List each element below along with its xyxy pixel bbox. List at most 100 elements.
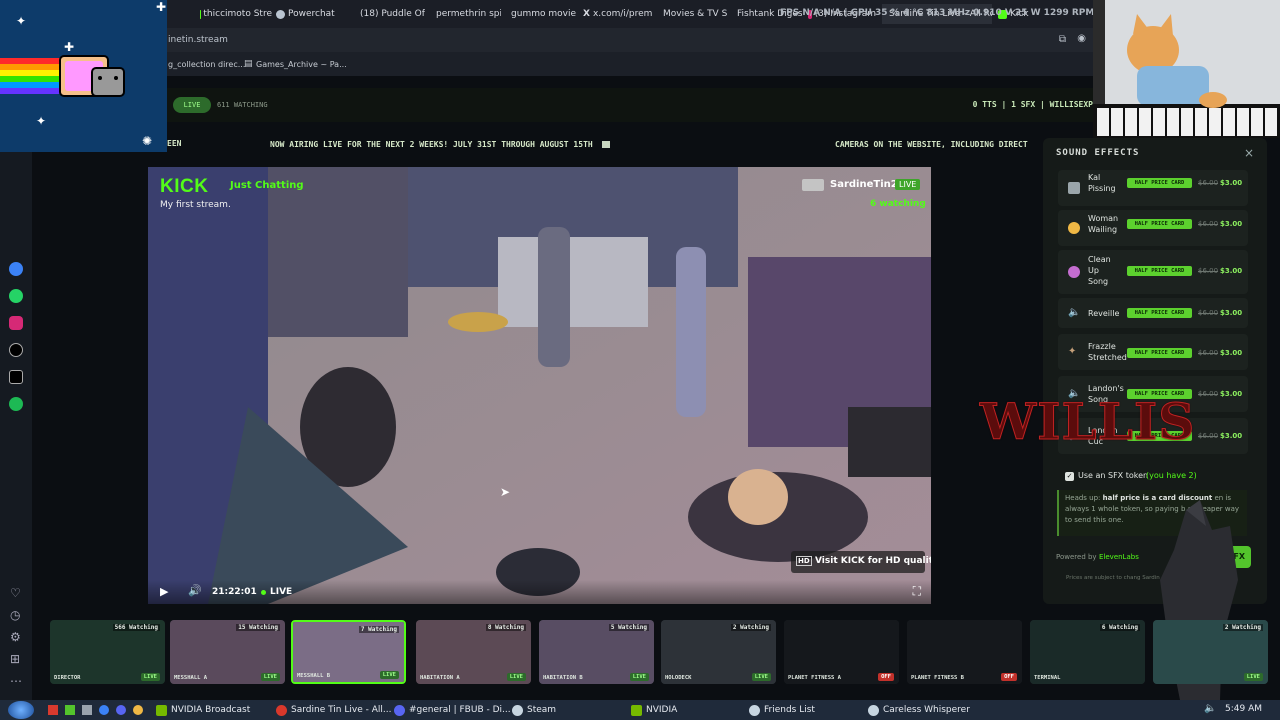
taskbar-item[interactable]: NVIDIA Broadcast: [156, 702, 250, 718]
heart-icon[interactable]: ♡: [10, 586, 21, 600]
browser-icon: [276, 704, 287, 716]
browser-tab[interactable]: permethrin spic: [433, 4, 501, 24]
pinned-app-icon[interactable]: [65, 705, 75, 715]
sfx-item[interactable]: Clean Up Song HALF PRICE CARD $6.00 $3.0…: [1058, 250, 1248, 294]
elevenlabs-link[interactable]: ElevenLabs: [1099, 553, 1139, 561]
sparkle-icon: ✦: [16, 14, 27, 28]
close-icon[interactable]: ×: [1244, 146, 1254, 160]
system-clock[interactable]: 5:49 AM: [1225, 704, 1262, 714]
camera-thumbnail[interactable]: PLANET FITNESS A OFF: [784, 620, 899, 684]
discord-icon: [394, 704, 405, 716]
ticker-left: NOW AIRING LIVE FOR THE NEXT 2 WEEKS! JU…: [270, 140, 593, 149]
tiktok-icon[interactable]: [9, 343, 23, 357]
pinned-app-icon[interactable]: [48, 705, 58, 715]
sparkle-icon: ✚: [156, 0, 167, 14]
powered-by-label: Powered by: [1056, 553, 1097, 561]
more-icon[interactable]: ⋯: [10, 674, 22, 688]
browser-tab[interactable]: (18) Puddle Of I: [357, 4, 425, 24]
live-dot-icon: [261, 590, 266, 595]
browser-tab[interactable]: gummo movie: [508, 4, 576, 24]
sparkle-icon: ✦: [36, 114, 47, 128]
camera-thumbnail[interactable]: 15 Watching MESSHALL A LIVE: [170, 620, 285, 684]
camera-thumbnail[interactable]: 2 Watching HOLODECK LIVE: [661, 620, 776, 684]
video-frame: [148, 167, 931, 604]
pinned-app-icon[interactable]: [82, 705, 92, 715]
windows-taskbar: NVIDIA Broadcast Sardine Tin Live - All.…: [0, 700, 1280, 720]
camera-thumbnail-active[interactable]: 7 Watching MESSHALL B LIVE: [291, 620, 406, 684]
external-link-icon[interactable]: ⧉: [1059, 34, 1066, 45]
camera-thumbnail[interactable]: 2 Watching LIVE: [1153, 620, 1268, 684]
browser-tab[interactable]: Powerchat: [276, 4, 348, 24]
tv-icon: [602, 141, 610, 148]
elapsed-time: 21:22:01: [212, 587, 257, 597]
camera-thumbnail[interactable]: 566 Watching DIRECTOR LIVE: [50, 620, 165, 684]
live-pill: LIVE: [173, 97, 211, 113]
category-label[interactable]: Just Chatting: [230, 180, 304, 191]
x-icon[interactable]: [9, 370, 23, 384]
camera-thumbnail[interactable]: PLANET FITNESS B OFF: [907, 620, 1022, 684]
hd-quality-link[interactable]: HD Visit KICK for HD quality: [791, 551, 931, 573]
sparkle-icon: ✺: [142, 134, 153, 148]
taskbar-item[interactable]: Sardine Tin Live - All...: [276, 702, 391, 718]
taskbar-item[interactable]: NVIDIA: [631, 702, 677, 718]
viewer-count: 6 watching: [870, 199, 926, 209]
address-bar[interactable]: inetin.stream ⧉ ◉: [160, 28, 1094, 52]
x-icon: X: [583, 9, 590, 19]
browser-tab[interactable]: Movies & TV Sh: [660, 4, 728, 24]
sfx-item[interactable]: Kal Pissing HALF PRICE CARD $6.00 $3.00: [1058, 170, 1248, 206]
gear-icon[interactable]: ⚙: [10, 630, 21, 644]
sfx-item[interactable]: 🔈 Reveille HALF PRICE CARD $6.00 $3.00: [1058, 298, 1248, 328]
sfx-item[interactable]: ✦ Frazzle Stretched HALF PRICE CARD $6.0…: [1058, 334, 1248, 370]
start-button[interactable]: [8, 701, 34, 719]
camera-thumbnail[interactable]: 5 Watching HABITATION B LIVE: [539, 620, 654, 684]
mouse-cursor-icon: ➤: [500, 485, 511, 499]
pinned-app-icon[interactable]: [99, 705, 109, 715]
channel-name[interactable]: SardineTin2: [830, 179, 898, 190]
messenger-icon[interactable]: [9, 262, 23, 276]
browser-tab[interactable]: Xx.com/i/premiu: [583, 4, 653, 24]
sfx-item[interactable]: Woman Wailing HALF PRICE CARD $6.00 $3.0…: [1058, 210, 1248, 246]
player-controls: ▶ 🔊 21:22:01 LIVE ⛶: [148, 580, 931, 604]
clock-icon[interactable]: ◷: [10, 608, 20, 622]
channel-avatar[interactable]: [802, 179, 824, 191]
volume-icon[interactable]: 🔊: [188, 584, 202, 597]
pinned-app-icon[interactable]: [116, 705, 126, 715]
spotify-icon[interactable]: [9, 397, 23, 411]
play-icon[interactable]: ▶: [160, 585, 168, 598]
extension-icon[interactable]: ⊞: [10, 652, 20, 666]
hd-badge: HD: [796, 556, 812, 566]
app-rail: ♡ ◷ ⚙ ⊞ ⋯: [0, 152, 32, 700]
taskbar-item[interactable]: Friends List: [749, 702, 815, 718]
camera-thumbnail[interactable]: 8 Watching HABITATION A LIVE: [416, 620, 531, 684]
taskbar-item[interactable]: Careless Whisperer: [868, 702, 970, 718]
taskbar-item[interactable]: #general | FBUB - Di...: [394, 702, 511, 718]
camera-icon[interactable]: ◉: [1077, 33, 1086, 44]
sfx-icon: ✦: [1068, 346, 1077, 357]
steam-icon: [749, 704, 760, 716]
nvidia-icon: [631, 704, 642, 716]
speaker-icon: 🔈: [1068, 307, 1081, 318]
steam-icon: [512, 704, 523, 716]
address-text: inetin.stream: [168, 35, 228, 45]
instagram-icon[interactable]: [9, 316, 23, 330]
stream-title: My first stream.: [160, 200, 231, 210]
sfx-token-checkbox[interactable]: ✓: [1065, 472, 1074, 481]
fullscreen-icon[interactable]: ⛶: [913, 584, 921, 599]
bookmark-item[interactable]: Games_Archive ~ Pa...: [256, 60, 347, 69]
kick-logo: KICK: [160, 176, 209, 197]
whatsapp-icon[interactable]: [9, 289, 23, 303]
ticker-right: CAMERAS ON THE WEBSITE, INCLUDING DIRECT: [835, 140, 1028, 149]
video-player[interactable]: KICK Just Chatting My first stream. Sard…: [148, 167, 931, 604]
pinned-app-icon[interactable]: [133, 705, 143, 715]
steam-icon: [868, 704, 879, 716]
camera-thumbnail[interactable]: 6 Watching TERMINAL: [1030, 620, 1145, 684]
bookmark-item[interactable]: g_collection direc...: [168, 60, 245, 69]
powerchat-icon: [276, 9, 285, 19]
volume-tray-icon[interactable]: 🔈: [1204, 703, 1216, 714]
header-fragment: EEN: [167, 139, 182, 148]
browser-tab[interactable]: thiccimoto Stre: [200, 4, 272, 24]
gpu-stats-overlay: FPS N/A N/A | GPU 35 % 4 °C 813 MHz 0.91…: [780, 8, 1095, 18]
taskbar-item[interactable]: Steam: [512, 702, 556, 718]
sfx-icon: [1068, 182, 1080, 194]
site-header: LIVE 611 WATCHING 0 TTS | 1 SFX | WILLIS…: [167, 88, 1093, 122]
